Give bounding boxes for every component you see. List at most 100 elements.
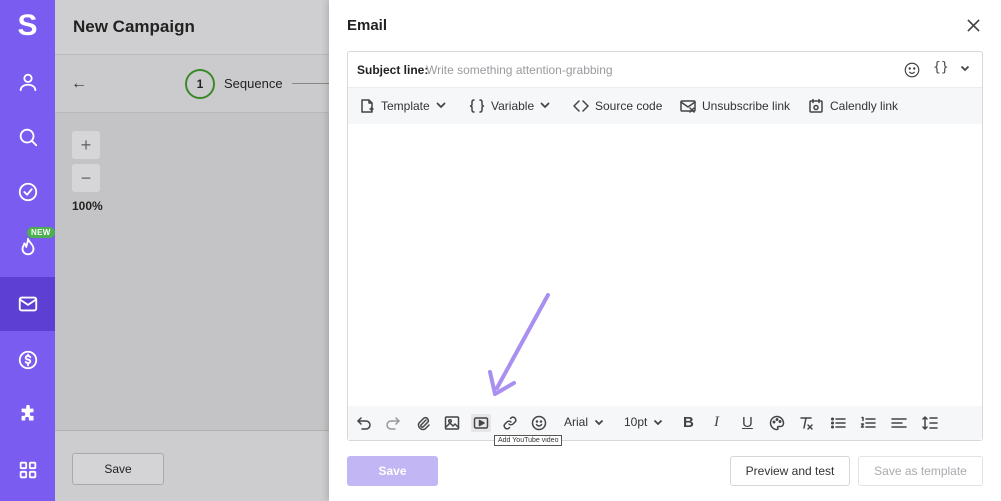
align-left-icon — [891, 418, 907, 428]
template-label: Template — [381, 99, 430, 113]
flame-icon — [21, 237, 34, 256]
unsubscribe-link-button[interactable]: Unsubscribe link — [680, 97, 790, 115]
variable-menu[interactable]: Variable — [469, 97, 550, 115]
redo-button[interactable] — [383, 414, 403, 432]
insert-image-button[interactable] — [442, 414, 462, 432]
new-badge: NEW — [27, 227, 55, 238]
clear-format-button[interactable] — [796, 414, 816, 432]
chevron-down-icon — [654, 419, 663, 426]
close-button[interactable] — [963, 15, 983, 35]
campaign-stepper: ← 1 Sequence — [55, 55, 329, 113]
sidebar-item-apps[interactable] — [0, 443, 55, 497]
sidebar: S NEW — [0, 0, 55, 501]
sidebar-item-tasks[interactable] — [0, 165, 55, 219]
image-icon — [444, 416, 460, 430]
font-family-select[interactable]: Arial — [564, 415, 604, 429]
sidebar-item-integrations[interactable] — [0, 388, 55, 442]
emoji-icon[interactable] — [903, 61, 921, 79]
editor-format-toolbar: Arial 10pt B I U — [348, 406, 982, 440]
campaign-header: New Campaign — [55, 0, 329, 55]
save-as-template-button[interactable]: Save as template — [858, 456, 983, 486]
calendly-link-button[interactable]: Calendly link — [808, 97, 898, 115]
save-button[interactable]: Save — [347, 456, 438, 486]
redo-icon — [386, 417, 400, 430]
grid-icon — [19, 461, 36, 479]
chevron-down-icon — [436, 102, 446, 108]
search-icon — [19, 128, 37, 147]
sidebar-item-search[interactable] — [0, 110, 55, 164]
link-icon — [503, 416, 517, 430]
numbered-list-icon — [860, 416, 876, 428]
variable-label: Variable — [491, 99, 535, 113]
numbered-list-button[interactable] — [858, 414, 878, 432]
mail-icon — [18, 296, 37, 312]
sidebar-item-warmup[interactable]: NEW — [0, 220, 55, 274]
email-body-editor[interactable] — [348, 124, 982, 406]
user-icon — [19, 73, 36, 92]
email-editor: Subject line: {} Template Variable Sourc… — [347, 51, 983, 441]
campaign-footer: Save — [55, 430, 329, 501]
sidebar-item-campaigns[interactable] — [0, 277, 55, 331]
add-youtube-video-button[interactable] — [471, 414, 491, 432]
variable-icon[interactable]: {} — [933, 60, 949, 75]
italic-button[interactable]: I — [714, 414, 719, 431]
check-circle-icon — [18, 182, 37, 202]
bold-button[interactable]: B — [683, 414, 694, 431]
campaign-save-button[interactable]: Save — [72, 453, 164, 485]
font-size-value: 10pt — [624, 415, 648, 429]
chevron-down-icon[interactable] — [960, 63, 970, 73]
zoom-out-button[interactable]: − — [72, 164, 100, 192]
step-label[interactable]: Sequence — [224, 76, 283, 91]
subject-label: Subject line: — [357, 63, 429, 77]
clear-format-icon — [800, 417, 813, 430]
source-code-button[interactable]: Source code — [573, 97, 662, 115]
mail-unsubscribe-icon — [680, 100, 696, 113]
subject-row: Subject line: {} — [348, 52, 982, 88]
page-title: New Campaign — [73, 17, 195, 36]
undo-icon — [357, 417, 371, 430]
source-code-label: Source code — [595, 99, 663, 113]
line-height-icon — [922, 416, 938, 430]
back-arrow-icon[interactable]: ← — [71, 75, 87, 93]
insert-emoji-button[interactable] — [529, 414, 549, 432]
code-icon — [573, 100, 589, 112]
tooltip: Add YouTube video — [494, 435, 563, 446]
undo-button[interactable] — [354, 414, 374, 432]
underline-button[interactable]: U — [742, 414, 753, 431]
align-button[interactable] — [889, 414, 909, 432]
zoom-in-button[interactable]: + — [72, 131, 100, 159]
video-icon — [473, 417, 489, 429]
template-menu[interactable]: Template — [359, 97, 446, 115]
step-number[interactable]: 1 — [185, 69, 215, 99]
text-color-button[interactable] — [767, 414, 787, 432]
insert-link-button[interactable] — [500, 414, 520, 432]
subject-input[interactable] — [426, 61, 886, 79]
annotation-arrow-icon — [488, 293, 550, 396]
braces-icon — [469, 99, 485, 113]
attach-button[interactable] — [413, 414, 433, 432]
editor-top-toolbar: Template Variable Source code Unsubscrib… — [348, 88, 982, 124]
font-size-select[interactable]: 10pt — [624, 415, 663, 429]
calendly-label: Calendly link — [830, 99, 899, 113]
bullet-list-icon — [830, 417, 846, 429]
sidebar-item-billing[interactable] — [0, 333, 55, 387]
palette-icon — [769, 415, 785, 431]
zoom-level: 100% — [72, 199, 103, 213]
preview-and-test-button[interactable]: Preview and test — [730, 456, 850, 486]
calendar-icon — [809, 98, 823, 113]
chevron-down-icon — [540, 102, 550, 108]
puzzle-icon — [21, 404, 33, 421]
app-logo[interactable]: S — [0, 0, 55, 52]
campaign-builder: New Campaign ← 1 Sequence + − 100% Save — [55, 0, 329, 501]
panel-title: Email — [347, 17, 388, 34]
template-icon — [361, 99, 374, 113]
email-panel: Email Subject line: {} Template Variable — [329, 0, 1001, 501]
sidebar-item-contacts[interactable] — [0, 55, 55, 109]
close-icon — [966, 18, 980, 32]
line-height-button[interactable] — [920, 414, 940, 432]
bullet-list-button[interactable] — [828, 414, 848, 432]
emoji-icon — [531, 415, 547, 431]
unsubscribe-label: Unsubscribe link — [702, 99, 791, 113]
chevron-down-icon — [594, 419, 604, 426]
font-family-value: Arial — [564, 415, 589, 429]
